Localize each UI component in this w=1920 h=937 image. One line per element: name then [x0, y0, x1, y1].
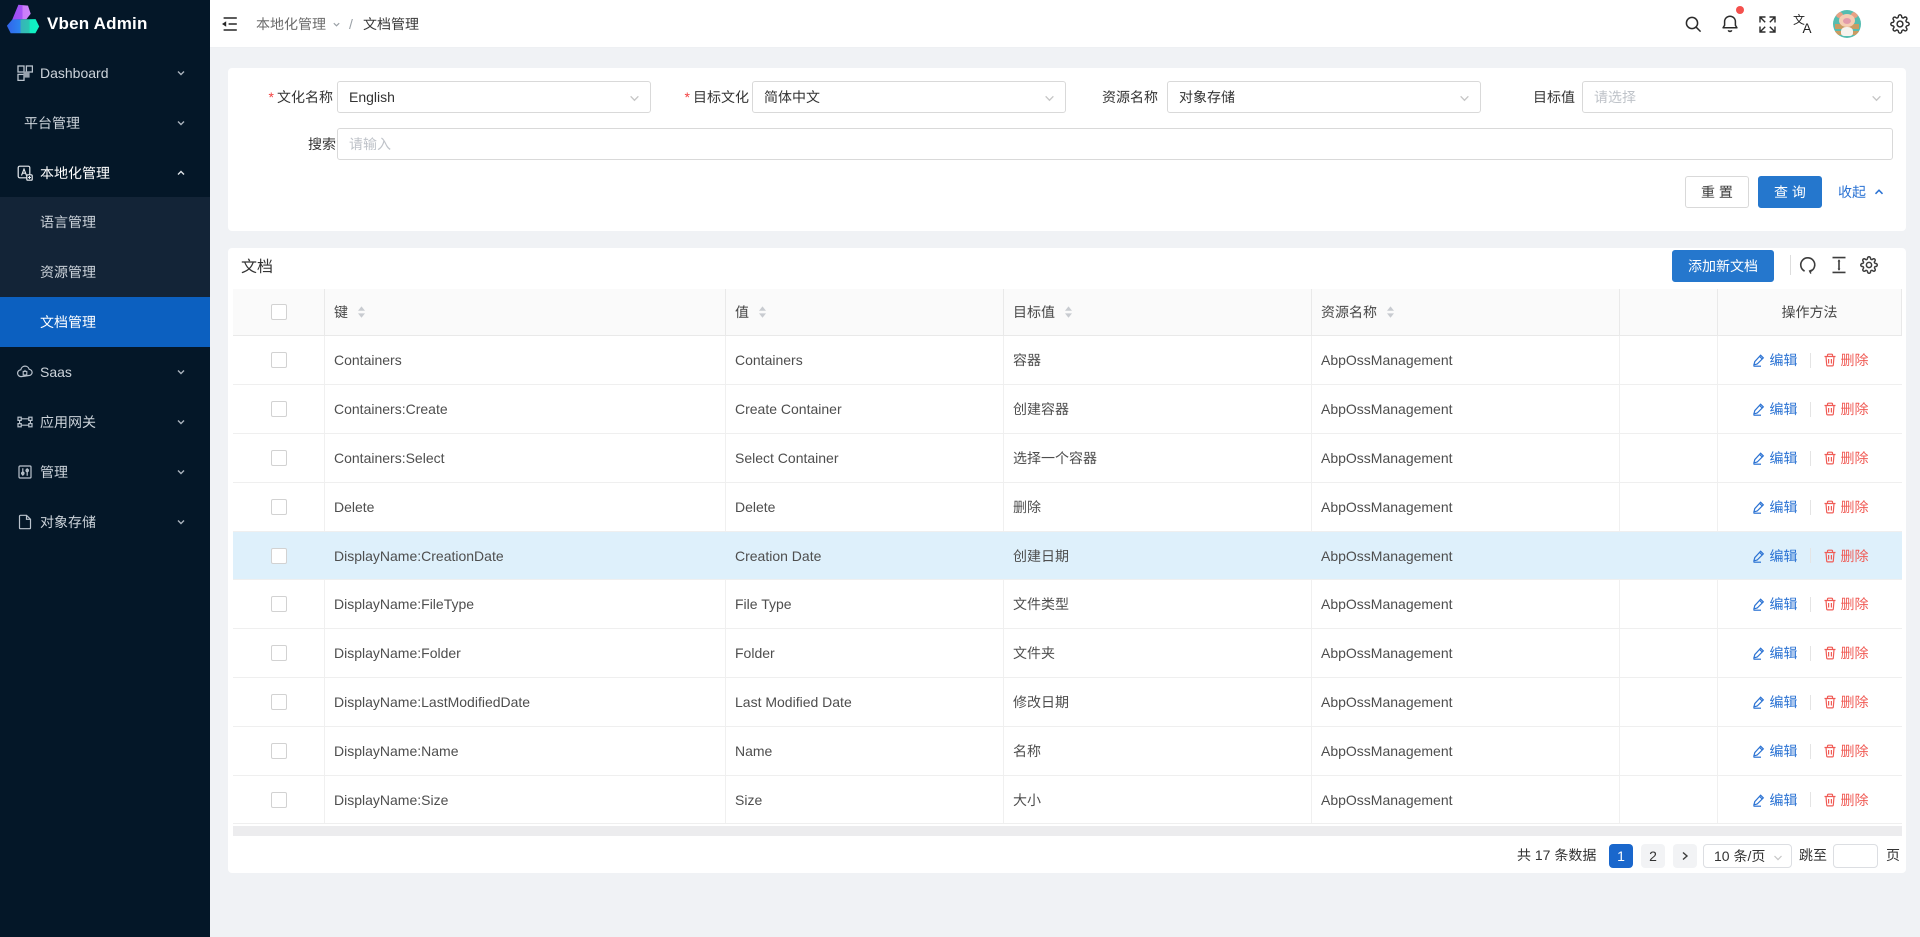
svg-text:A: A	[1803, 21, 1812, 35]
